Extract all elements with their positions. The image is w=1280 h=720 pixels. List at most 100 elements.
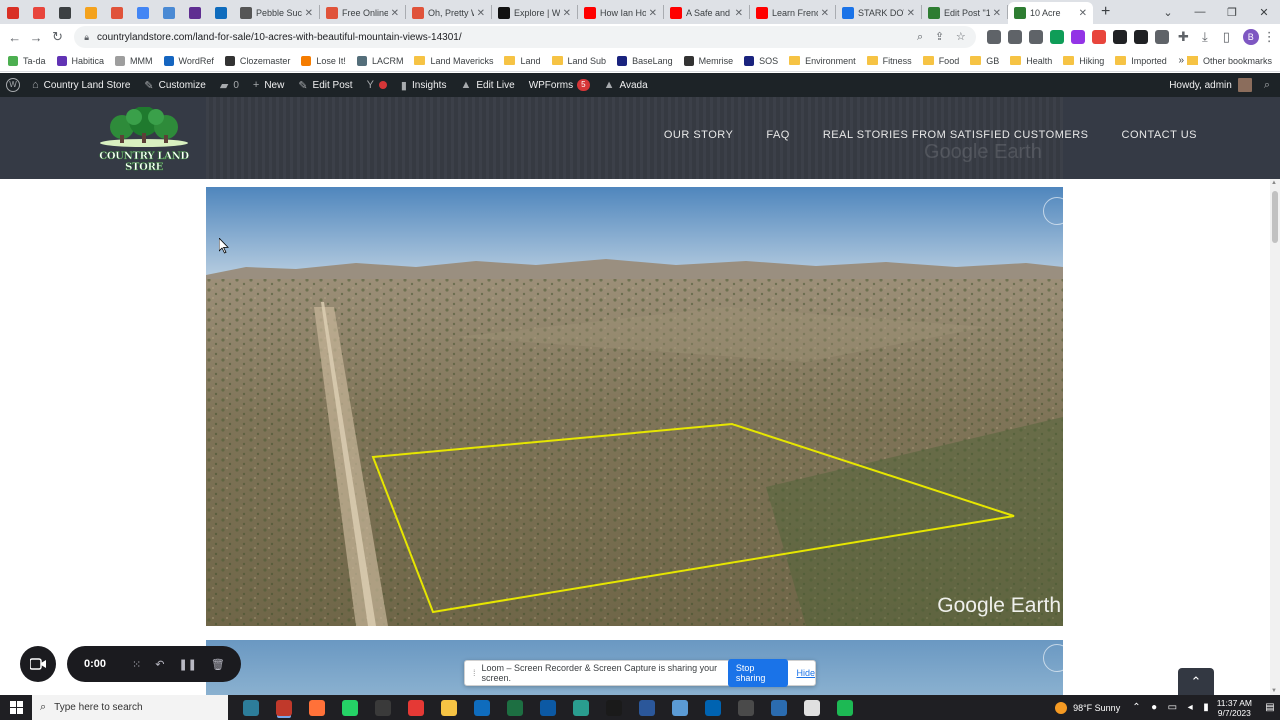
address-bar[interactable]: 🔒︎ countrylandstore.com/land-for-sale/10… [74, 26, 976, 48]
taskbar-app-icon[interactable] [473, 699, 490, 716]
bookmark-item[interactable]: SOS [744, 55, 778, 66]
extension-icon[interactable] [1134, 30, 1149, 44]
tab[interactable]: Oh, Pretty W✕ [406, 2, 491, 24]
taskbar-app-icon[interactable] [308, 699, 325, 716]
tab[interactable] [26, 2, 52, 24]
nav-link-contact-us[interactable]: CONTACT US [1122, 129, 1198, 141]
taskbar-app-icon[interactable] [539, 699, 556, 716]
tab[interactable] [208, 2, 234, 24]
bookmark-item[interactable]: Clozemaster [224, 55, 290, 66]
taskbar-app-icon[interactable] [737, 699, 754, 716]
admin-site-name[interactable]: ⌂ Country Land Store [32, 79, 130, 91]
loom-camera-button[interactable] [20, 646, 56, 682]
taskbar-app-icon[interactable] [242, 699, 259, 716]
bookmark-item[interactable]: Ta-da [8, 55, 46, 66]
extension-icon[interactable] [1092, 30, 1107, 44]
bookmark-folder[interactable]: Food [922, 56, 959, 66]
admin-avada[interactable]: ▲ Avada [604, 79, 648, 91]
taskbar-app-icon[interactable] [440, 699, 457, 716]
tab-close-icon[interactable]: ✕ [735, 8, 743, 19]
bookmark-folder[interactable]: GB [970, 56, 999, 66]
bookmark-item[interactable]: Memrise [683, 55, 733, 66]
maximize-icon[interactable]: ❐ [1216, 6, 1248, 19]
extension-icon[interactable] [1050, 30, 1065, 44]
taskbar-app-icon[interactable] [572, 699, 589, 716]
puzzle-extensions-icon[interactable]: ✚ [1173, 29, 1194, 45]
admin-new[interactable]: + New [253, 79, 284, 91]
admin-customize[interactable]: ✎ Customize [144, 79, 205, 92]
other-bookmarks-folder[interactable]: Other bookmarks [1186, 56, 1272, 66]
tab[interactable] [182, 2, 208, 24]
taskbar-app-icon[interactable] [803, 699, 820, 716]
tab[interactable]: A Safe and ✕ [664, 2, 749, 24]
admin-search-icon[interactable]: ⌕ [1264, 79, 1270, 92]
wordpress-logo-icon[interactable]: W [6, 78, 20, 92]
tab-close-icon[interactable]: ✕ [993, 8, 1001, 19]
extension-icon[interactable] [1155, 30, 1170, 44]
taskbar-app-icon[interactable] [770, 699, 787, 716]
tab-close-icon[interactable]: ✕ [477, 8, 485, 19]
extension-icon[interactable] [1113, 30, 1128, 44]
url-text[interactable]: countrylandstore.com/land-for-sale/10-ac… [97, 32, 908, 43]
stop-sharing-button[interactable]: Stop sharing [727, 659, 789, 687]
bookmark-item[interactable]: Habitica [56, 55, 104, 66]
forward-icon[interactable]: → [25, 30, 46, 45]
trash-icon[interactable]: 🗑︎ [211, 658, 225, 671]
tab[interactable]: Edit Post "1 ✕ [922, 2, 1007, 24]
bookmark-folder[interactable]: Health [1010, 56, 1052, 66]
taskbar-app-icon[interactable] [836, 699, 853, 716]
taskbar-app-icon[interactable] [275, 699, 292, 716]
tab[interactable] [78, 2, 104, 24]
taskbar-app-icon[interactable] [506, 699, 523, 716]
tab[interactable] [156, 2, 182, 24]
scroll-down-arrow-icon[interactable]: ▼ [1271, 688, 1277, 694]
drawing-grid-icon[interactable]: ⁙ [132, 658, 141, 671]
weather-sun-icon[interactable] [1055, 701, 1068, 714]
tab-close-icon[interactable]: ✕ [305, 8, 313, 19]
site-logo[interactable]: COUNTRY LAND STORE [80, 107, 208, 173]
side-panel-icon[interactable]: ▯ [1216, 29, 1237, 45]
extension-icon[interactable] [1071, 30, 1086, 44]
tab[interactable]: STARK DOV✕ [836, 2, 921, 24]
network-icon[interactable]: ▭ [1168, 702, 1177, 713]
scroll-up-arrow-icon[interactable]: ▲ [1271, 180, 1277, 186]
close-window-icon[interactable]: ✕ [1248, 6, 1280, 19]
tab[interactable]: Explore | W ✕ [492, 2, 577, 24]
share-icon[interactable]: ⇪ [935, 31, 944, 43]
chrome-menu-icon[interactable]: ⋮ [1259, 29, 1280, 45]
tab[interactable]: Pebble Succ ✕ [234, 2, 319, 24]
taskbar-search[interactable]: ⌕ Type here to search [32, 695, 228, 720]
microphone-icon[interactable]: ● [1151, 702, 1157, 713]
drag-handle-icon[interactable]: ⁞ [473, 668, 476, 678]
aerial-property-image[interactable]: Google Earth [206, 187, 1063, 626]
extension-icon[interactable] [1029, 30, 1044, 44]
reload-icon[interactable]: ↻ [47, 29, 68, 45]
profile-avatar[interactable]: B [1243, 29, 1259, 45]
tab[interactable]: Learn Frenc ✕ [750, 2, 835, 24]
extension-icon[interactable] [987, 30, 1002, 44]
taskbar-app-icon[interactable] [704, 699, 721, 716]
nav-link-real-stories-from-satisfied-customers[interactable]: REAL STORIES FROM SATISFIED CUSTOMERS [823, 129, 1089, 141]
pause-icon[interactable]: ❚❚ [178, 658, 196, 671]
taskbar-app-icon[interactable] [638, 699, 655, 716]
tab[interactable] [130, 2, 156, 24]
taskbar-clock[interactable]: 11:37 AM 9/7/2023 [1217, 698, 1252, 718]
battery-icon[interactable]: ▮ [1203, 702, 1209, 713]
bookmark-folder[interactable]: Hiking [1063, 56, 1104, 66]
lock-icon[interactable]: 🔒︎ [84, 32, 89, 43]
bookmark-item[interactable]: LACRM [356, 55, 403, 66]
page-scrollbar[interactable]: ▲ ▼ [1270, 179, 1280, 695]
admin-wpforms[interactable]: WPForms 5 [529, 79, 590, 91]
bookmark-item[interactable]: Lose It! [301, 55, 346, 66]
volume-icon[interactable]: ◂ [1188, 702, 1193, 713]
tab-close-icon[interactable]: ✕ [649, 8, 657, 19]
tab-search-icon[interactable]: ⌄ [1152, 6, 1184, 19]
bookmark-item[interactable]: WordRef [163, 55, 214, 66]
minimize-icon[interactable]: — [1184, 6, 1216, 18]
tab[interactable] [52, 2, 78, 24]
admin-edit-post[interactable]: ✎ Edit Post [298, 79, 352, 92]
chevron-up-icon[interactable]: ⌃ [1132, 702, 1140, 713]
bookmark-item[interactable]: BaseLang [617, 55, 673, 66]
admin-edit-live[interactable]: ▲ Edit Live [460, 79, 514, 91]
bookmark-folder[interactable]: Land [504, 56, 541, 66]
